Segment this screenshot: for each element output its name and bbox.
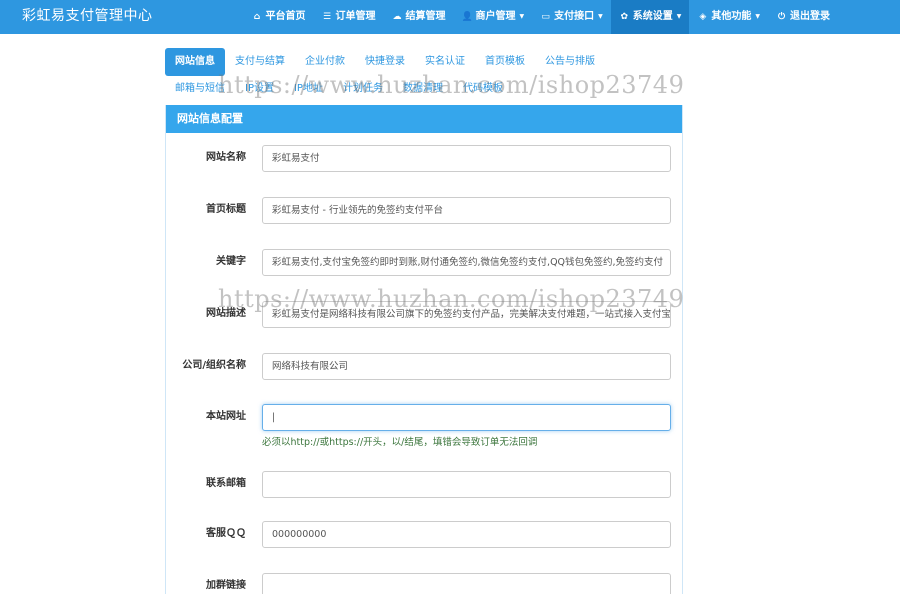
form-row-company: 公司/组织名称 网络科技有限公司 [166, 353, 684, 383]
nav-item-credit-card[interactable]: ▭ 支付接口 ▼ [532, 0, 611, 34]
cube-icon: ◈ [699, 12, 707, 22]
home-title-label: 首页标题 [206, 204, 246, 215]
form-row-site-name: 网站名称 彩虹易支付 [166, 145, 684, 175]
keywords-label: 关键字 [216, 256, 246, 267]
company-label: 公司/组织名称 [182, 360, 246, 371]
nav-item-power[interactable]: ⏻ 退出登录 [768, 0, 838, 34]
form-row-home-title: 首页标题 彩虹易支付 - 行业领先的免签约支付平台 [166, 197, 684, 227]
nav-item-label: 系统设置 [632, 11, 673, 22]
site-info-panel: 网站信息配置 网站名称 彩虹易支付 首页标题 彩虹易支付 - 行业领先的免签约支… [165, 105, 683, 594]
group-link-label: 加群链接 [206, 580, 246, 591]
power-icon: ⏻ [777, 12, 786, 22]
nav-item-label: 结算管理 [405, 11, 446, 22]
nav-item-label: 平台首页 [265, 11, 306, 22]
email-input[interactable] [262, 471, 671, 498]
site-url-help: 必须以http://或https://开头，以/结尾，填错会导致订单无法回调 [262, 437, 538, 448]
form-row-qq: 客服ＱＱ 000000000 [166, 521, 684, 551]
tab-row2-3[interactable]: 计划任务 [333, 76, 393, 102]
site-name-label: 网站名称 [206, 152, 246, 163]
tab-row-secondary: 邮箱与短信 IP设置 IP地址 计划任务 数据清理 代码模板 [165, 76, 685, 102]
top-navbar: 彩虹易支付管理中心 ⌂ 平台首页 ☰ 订单管理 ☁ 结算管理 👤 商户管理 ▼ ▭ 支付接口 ▼ ✿ 系统… [0, 0, 900, 34]
brand-title[interactable]: 彩虹易支付管理中心 [22, 0, 153, 34]
keywords-input[interactable]: 彩虹易支付,支付宝免签约即时到账,财付通免签约,微信免签约支付,QQ钱包免签约,… [262, 249, 671, 276]
nav-item-cube[interactable]: ◈ 其他功能 ▼ [689, 0, 768, 34]
caret-down-icon: ▼ [755, 13, 760, 20]
panel-title: 网站信息配置 [166, 105, 682, 133]
form-row-site-url: 本站网址 | 必须以http://或https://开头，以/结尾，填错会导致订… [166, 404, 684, 448]
group-link-input[interactable] [262, 573, 671, 594]
user-icon: 👤 [461, 12, 473, 22]
tab-row1-2[interactable]: 企业付款 [295, 48, 355, 76]
home-icon: ⌂ [253, 12, 261, 22]
form-row-keywords: 关键字 彩虹易支付,支付宝免签约即时到账,财付通免签约,微信免签约支付,QQ钱包… [166, 249, 684, 279]
tab-row1-4[interactable]: 实名认证 [415, 48, 475, 76]
home-title-input[interactable]: 彩虹易支付 - 行业领先的免签约支付平台 [262, 197, 671, 224]
tab-row1-0[interactable]: 网站信息 [165, 48, 225, 76]
site-url-label: 本站网址 [206, 411, 246, 422]
nav-item-label: 其他功能 [711, 11, 752, 22]
qq-label: 客服ＱＱ [206, 528, 246, 539]
description-label: 网站描述 [206, 308, 246, 319]
caret-down-icon: ▼ [519, 13, 525, 20]
site-name-input[interactable]: 彩虹易支付 [262, 145, 671, 172]
nav-item-list[interactable]: ☰ 订单管理 [314, 0, 384, 34]
main-nav: ⌂ 平台首页 ☰ 订单管理 ☁ 结算管理 👤 商户管理 ▼ ▭ 支付接口 ▼ ✿ 系统设置 ▼ ◈ 其他功能 ▼ ⏻… [244, 0, 900, 34]
tab-row1-3[interactable]: 快捷登录 [355, 48, 415, 76]
form-row-email: 联系邮箱 [166, 471, 684, 501]
credit-card-icon: ▭ [541, 12, 550, 22]
form-row-group-link: 加群链接 [166, 573, 684, 594]
caret-down-icon: ▼ [676, 13, 682, 20]
tab-row1-5[interactable]: 首页模板 [475, 48, 535, 76]
nav-item-label: 订单管理 [335, 11, 376, 22]
email-label: 联系邮箱 [206, 478, 246, 489]
nav-item-user[interactable]: 👤 商户管理 ▼ [454, 0, 533, 34]
tab-row1-6[interactable]: 公告与排版 [535, 48, 605, 76]
nav-item-home[interactable]: ⌂ 平台首页 [244, 0, 314, 34]
nav-item-label: 商户管理 [475, 11, 516, 22]
tab-row-primary: 网站信息 支付与结算 企业付款 快捷登录 实名认证 首页模板 公告与排版 [165, 48, 685, 76]
qq-input[interactable]: 000000000 [262, 521, 671, 548]
gear-icon: ✿ [620, 12, 629, 22]
site-url-input[interactable]: | [262, 404, 671, 431]
description-input[interactable]: 彩虹易支付是网络科技有限公司旗下的免签约支付产品，完美解决支付难题，一站式接入支… [262, 301, 671, 328]
settings-tabs: 网站信息 支付与结算 企业付款 快捷登录 实名认证 首页模板 公告与排版 邮箱与短信 IP设置… [165, 48, 685, 102]
tab-row1-1[interactable]: 支付与结算 [225, 48, 295, 76]
company-input[interactable]: 网络科技有限公司 [262, 353, 671, 380]
cloud-icon: ☁ [392, 12, 402, 22]
tab-row2-0[interactable]: 邮箱与短信 [165, 76, 235, 102]
nav-item-cloud[interactable]: ☁ 结算管理 [384, 0, 454, 34]
caret-down-icon: ▼ [598, 13, 603, 20]
tab-row2-1[interactable]: IP设置 [235, 76, 284, 102]
form-row-description: 网站描述 彩虹易支付是网络科技有限公司旗下的免签约支付产品，完美解决支付难题，一… [166, 301, 684, 331]
nav-item-gear[interactable]: ✿ 系统设置 ▼ [610, 0, 690, 34]
nav-item-label: 支付接口 [554, 11, 595, 22]
tab-row2-5[interactable]: 代码模板 [453, 76, 513, 102]
tab-row2-2[interactable]: IP地址 [284, 76, 333, 102]
nav-item-label: 退出登录 [790, 11, 830, 22]
tab-row2-4[interactable]: 数据清理 [393, 76, 453, 102]
list-icon: ☰ [322, 12, 332, 22]
